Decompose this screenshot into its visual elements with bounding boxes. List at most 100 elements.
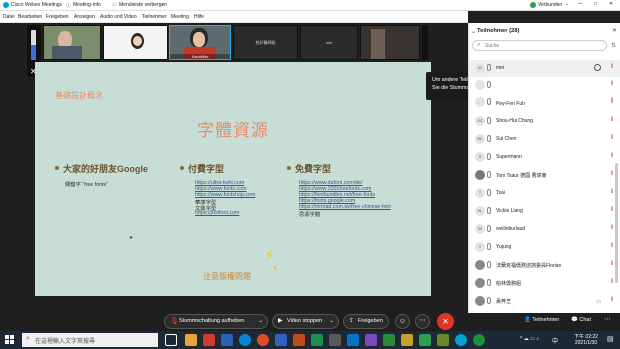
more-options-button[interactable]: ⋯ bbox=[604, 315, 611, 323]
participant-row[interactable]: SC Sui Chen ǁ bbox=[469, 131, 620, 148]
webex-icon[interactable] bbox=[455, 334, 467, 346]
participant-row[interactable]: VL Vickie Liang ǁ bbox=[469, 203, 620, 220]
powerpoint-icon[interactable] bbox=[293, 334, 305, 346]
chrome-icon[interactable] bbox=[257, 334, 269, 346]
video-thumbnail[interactable] bbox=[43, 25, 101, 60]
participant-row[interactable]: 法蘭克福僑務諮詢委員Florian ǁ bbox=[469, 257, 620, 274]
chevron-down-icon[interactable]: ⌄ bbox=[258, 315, 263, 328]
stop-video-button[interactable]: ▶ Video stoppen ⌄ bbox=[272, 314, 339, 329]
participant-row[interactable]: W weilinburlaud ǁ bbox=[469, 221, 620, 238]
app-icon[interactable] bbox=[473, 334, 485, 346]
meeting-info-button[interactable]: Meeting-Info bbox=[73, 2, 101, 8]
chevron-down-icon[interactable]: ⌄ bbox=[160, 1, 164, 7]
maximize-button[interactable]: □ bbox=[594, 1, 597, 7]
tray-icons[interactable]: ^ ☁ ▭ ♪ bbox=[520, 336, 539, 342]
participant-row[interactable]: M mei ǁ bbox=[469, 60, 620, 77]
menu-item-meeting[interactable]: Meeting bbox=[171, 14, 189, 20]
people-icon: 👤 bbox=[524, 317, 531, 323]
participant-row[interactable]: ǁ bbox=[469, 77, 620, 94]
lightning-icon: ⚡ bbox=[271, 263, 279, 275]
video-thumbnail[interactable] bbox=[360, 25, 420, 60]
line-icon[interactable] bbox=[419, 334, 431, 346]
more-icon[interactable] bbox=[594, 64, 601, 71]
menu-item-view[interactable]: Anzeigen bbox=[74, 14, 95, 20]
emoji-button[interactable]: ☺ bbox=[395, 314, 410, 329]
sort-icon[interactable]: ⇅ bbox=[611, 42, 616, 49]
participant-row[interactable]: Pey-Fen Fuh ǁ bbox=[469, 95, 620, 112]
title-bar: Cisco Webex Meetings ⓘ Meeting-Info ▭ Me… bbox=[0, 0, 620, 11]
app-icon[interactable] bbox=[383, 334, 395, 346]
muted-mic-icon: ǁ bbox=[610, 117, 613, 123]
panel-scrollbar[interactable] bbox=[615, 163, 618, 283]
pdf-reader-icon[interactable] bbox=[203, 334, 215, 346]
input-language[interactable]: 中 bbox=[552, 336, 558, 345]
copyright-note: 注意版權問題 bbox=[203, 272, 251, 281]
thumbnail-scroll[interactable] bbox=[422, 25, 428, 60]
app-icon[interactable] bbox=[401, 334, 413, 346]
participant-row[interactable]: Toni Tsaur 德國 曹瑋東 ǁ bbox=[469, 167, 620, 184]
menu-item-file[interactable]: Datei bbox=[3, 14, 15, 20]
more-options-button[interactable]: ⋯ bbox=[415, 314, 430, 329]
outlook-icon[interactable] bbox=[347, 334, 359, 346]
panel-title: Teilnehmer (28) bbox=[477, 28, 520, 34]
slide-top-label: 基礎設計概念 bbox=[55, 91, 103, 100]
app-icon[interactable] bbox=[275, 334, 287, 346]
chevron-down-icon[interactable]: ⌄ bbox=[565, 1, 569, 7]
chevron-down-icon[interactable]: ⌄ bbox=[471, 28, 476, 35]
participant-row[interactable]: 黃梓芝 ▭ ǁ bbox=[469, 293, 620, 310]
taskbar-search-box[interactable]: ⌕ 在這裡輸入文字來搜尋 bbox=[22, 333, 158, 347]
menu-item-participants[interactable]: Teilnehmer bbox=[142, 14, 166, 20]
task-view-icon[interactable] bbox=[165, 334, 177, 346]
taskbar-search-input[interactable]: 在這裡輸入文字來搜尋 bbox=[35, 336, 95, 345]
word-icon[interactable] bbox=[221, 334, 233, 346]
avatar bbox=[133, 36, 142, 46]
menu-item-help[interactable]: Hilfe bbox=[194, 14, 204, 20]
col2-link[interactable]: https://justfont.com bbox=[195, 210, 239, 216]
muted-mic-icon: ǁ bbox=[610, 207, 613, 213]
col3-title: 免費字型 bbox=[295, 164, 332, 174]
file-explorer-icon[interactable] bbox=[185, 334, 197, 346]
minimize-button[interactable]: — bbox=[578, 1, 583, 7]
app-icon[interactable] bbox=[329, 334, 341, 346]
chat-icon: 💬 bbox=[571, 317, 578, 323]
participants-toggle-button[interactable]: 👤 Teilnehmer bbox=[524, 317, 559, 323]
search-icon: ⌕ bbox=[26, 335, 30, 342]
search-icon: ⌕ bbox=[477, 42, 481, 48]
notification-icon[interactable]: ▤ bbox=[607, 335, 614, 343]
video-thumbnail[interactable]: 柏好醫師組 bbox=[233, 25, 298, 60]
edge-icon[interactable] bbox=[239, 334, 251, 346]
clock[interactable]: 下午 02:22 2021/1/30 bbox=[569, 333, 603, 346]
active-speaker-thumbnail[interactable]: XiaoNiNe bbox=[169, 25, 231, 60]
windows-start-icon[interactable] bbox=[5, 335, 15, 345]
video-thumbnail[interactable] bbox=[103, 25, 168, 60]
video-thumbnail[interactable]: mei bbox=[300, 25, 358, 60]
menu-bar: Datei Bearbeiten Freigeben Anzeigen Audi… bbox=[0, 11, 468, 23]
excel-icon[interactable] bbox=[311, 334, 323, 346]
participant-row[interactable]: SC Shou-Hui Chung ǁ bbox=[469, 113, 620, 130]
unmute-button[interactable]: 🎙 Stummschaltung aufheben ⌄ bbox=[164, 314, 268, 329]
mic-icon bbox=[487, 243, 491, 250]
participants-panel: ⌄ Teilnehmer (28) ✕ ⌕ Suche ⇅ M mei ǁ ǁ … bbox=[468, 23, 620, 313]
chevron-down-icon[interactable]: ⌄ bbox=[329, 315, 334, 328]
background-object bbox=[371, 29, 385, 59]
share-icon: ⇪ bbox=[349, 318, 355, 324]
search-input[interactable]: Suche bbox=[485, 43, 499, 49]
menu-item-share[interactable]: Freigeben bbox=[46, 14, 69, 20]
share-button[interactable]: ⇪ Freigeben bbox=[343, 314, 389, 329]
participant-row[interactable]: Y Yujung ǁ bbox=[469, 239, 620, 256]
participant-row[interactable]: 柏林僑務組 ǁ bbox=[469, 275, 620, 292]
close-button[interactable]: ✕ bbox=[609, 1, 613, 7]
mic-icon bbox=[487, 153, 491, 160]
window-icon: ▭ bbox=[112, 2, 117, 8]
participant-row[interactable]: S Supermann ǁ bbox=[469, 149, 620, 166]
search-box[interactable]: ⌕ Suche bbox=[472, 40, 607, 51]
close-icon[interactable]: ✕ bbox=[612, 27, 617, 34]
menu-item-edit[interactable]: Bearbeiten bbox=[18, 14, 42, 20]
chat-toggle-button[interactable]: 💬 Chat bbox=[571, 317, 591, 323]
muted-mic-icon: ǁ bbox=[610, 261, 613, 267]
app-icon[interactable] bbox=[437, 334, 449, 346]
participant-row[interactable]: T Tsai ǁ bbox=[469, 185, 620, 202]
menu-item-audio-video[interactable]: Audio und Video bbox=[100, 14, 137, 20]
teams-icon[interactable] bbox=[365, 334, 377, 346]
leave-meeting-button[interactable]: ✕ bbox=[437, 313, 454, 330]
